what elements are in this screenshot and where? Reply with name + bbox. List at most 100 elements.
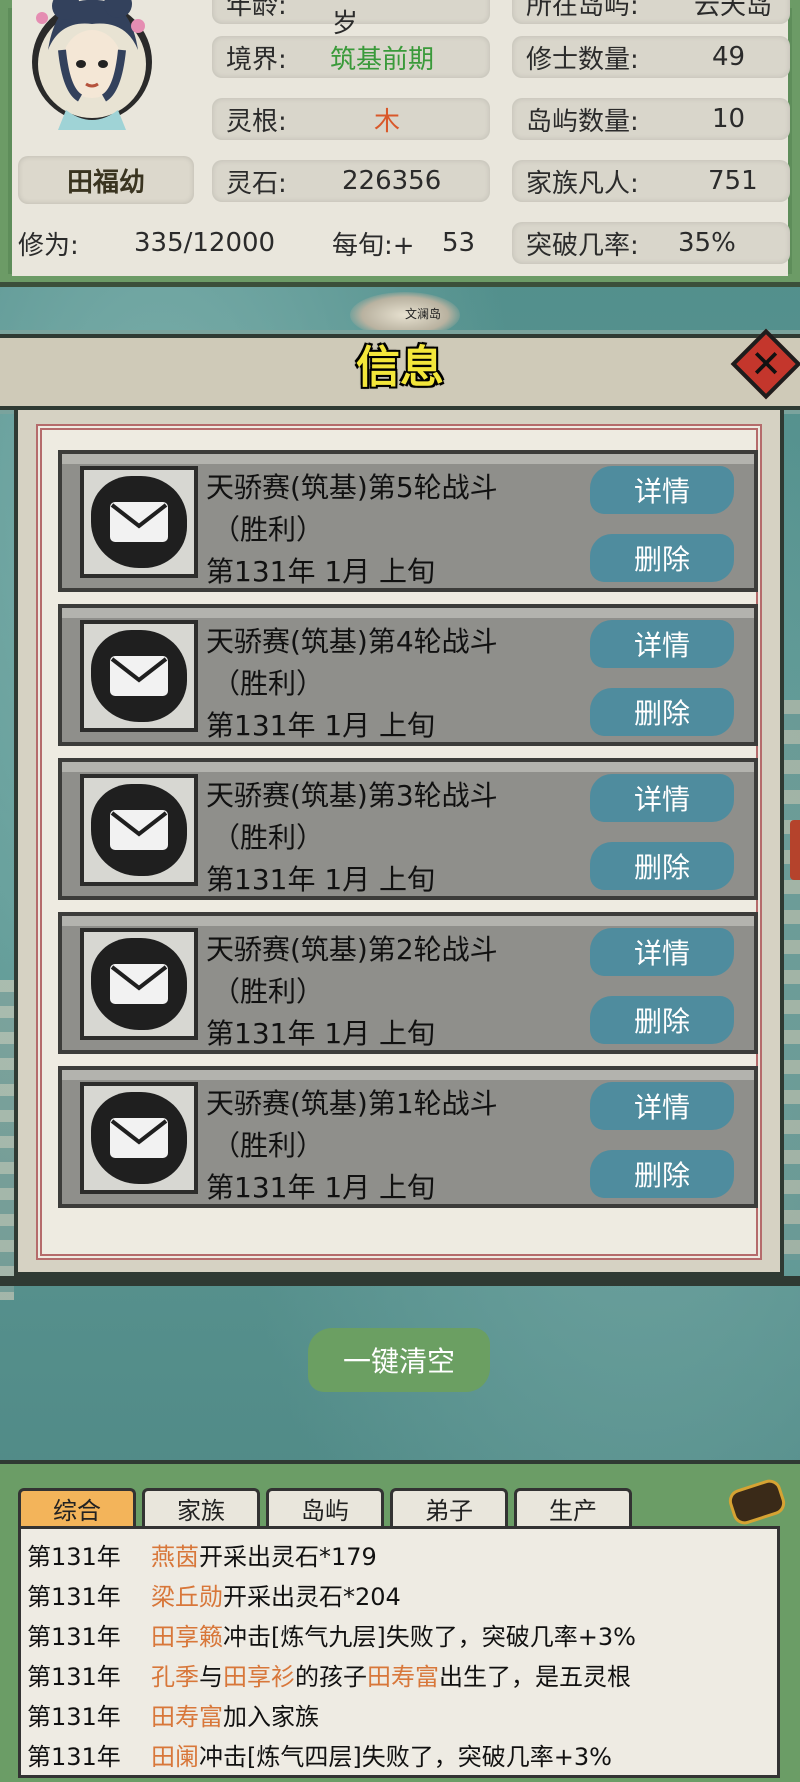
log-year: 第131年 — [27, 1543, 121, 1571]
log-text: 冲击[炼气九层]失败了，突破几率+3% — [223, 1623, 636, 1651]
map-island-label: 文澜岛 — [405, 307, 442, 321]
message-item: 天骄赛(筑基)第4轮战斗 （胜利） 第131年 1月 上旬 详情 删除 — [58, 604, 758, 746]
tab-family[interactable]: 家族 — [142, 1488, 260, 1526]
log-text: 的孩子 — [295, 1663, 367, 1691]
island-count-label: 岛屿数量: — [526, 106, 639, 137]
message-date: 第131年 1月 上旬 — [206, 1171, 436, 1204]
spirit-stone-stat: 灵石: 226356 — [212, 160, 490, 202]
message-result: （胜利） — [212, 667, 325, 700]
log-text: 冲击[炼气四层]失败了，突破几率+3% — [199, 1743, 612, 1771]
log-text: 开采出灵石*179 — [199, 1543, 377, 1571]
log-text: 出生了，是五灵根 — [439, 1663, 631, 1691]
character-name: 田福幼 — [18, 156, 194, 204]
message-title: 天骄赛(筑基)第3轮战斗 — [206, 779, 498, 812]
close-button[interactable]: ✕ — [730, 328, 800, 400]
island-count-stat: 岛屿数量: 10 — [512, 98, 790, 140]
close-x-icon: ✕ — [750, 342, 782, 386]
message-item: 天骄赛(筑基)第3轮战斗 （胜利） 第131年 1月 上旬 详情 删除 — [58, 758, 758, 900]
detail-button[interactable]: 详情 — [590, 774, 734, 822]
log-entry: 第131年 田享籁冲击[炼气九层]失败了，突破几率+3% — [27, 1617, 636, 1652]
detail-button[interactable]: 详情 — [590, 466, 734, 514]
delete-button[interactable]: 删除 — [590, 534, 734, 582]
island-stat: 所在岛屿: 云天岛 — [512, 0, 790, 24]
cultivation-value: 335/12000 — [134, 228, 276, 258]
log-entry: 第131年 梁丘勋开采出灵石*204 — [27, 1577, 401, 1612]
detail-button[interactable]: 详情 — [590, 928, 734, 976]
mail-icon — [91, 476, 187, 568]
breakthrough-value: 35% — [678, 228, 736, 258]
log-person: 孔季 — [151, 1663, 199, 1691]
dialog-bottom-border — [0, 1276, 800, 1286]
tab-production[interactable]: 生产 — [514, 1488, 632, 1526]
detail-button[interactable]: 详情 — [590, 1082, 734, 1130]
message-result: （胜利） — [212, 975, 325, 1008]
spirit-root-value: 木 — [374, 106, 401, 137]
cultivation-label: 修为: — [18, 230, 79, 261]
dialog-title: 信息 — [356, 342, 444, 393]
tab-islands[interactable]: 岛屿 — [266, 1488, 384, 1526]
cultivator-count-label: 修士数量: — [526, 44, 639, 75]
breakthrough-stat: 突破几率: 35% — [512, 222, 790, 264]
map-tree — [790, 820, 800, 880]
realm-value: 筑基前期 — [330, 44, 435, 75]
delete-button[interactable]: 删除 — [590, 842, 734, 890]
mail-icon-frame — [80, 466, 198, 578]
log-text: 加入家族 — [223, 1703, 319, 1731]
message-result: （胜利） — [212, 1129, 325, 1162]
detail-button[interactable]: 详情 — [590, 620, 734, 668]
cultivator-count-stat: 修士数量: 49 — [512, 36, 790, 78]
cultivation-stat: 修为: 335/12000 每旬:+ 53 — [8, 222, 490, 264]
log-text: 开采出灵石*204 — [223, 1583, 401, 1611]
log-entry: 第131年 燕茵开采出灵石*179 — [27, 1537, 377, 1572]
spirit-stone-label: 灵石: — [226, 168, 287, 199]
log-person: 田寿富 — [367, 1663, 439, 1691]
message-result: （胜利） — [212, 513, 325, 546]
realm-label: 境界: — [226, 44, 287, 75]
message-title: 天骄赛(筑基)第4轮战斗 — [206, 625, 498, 658]
mail-icon — [91, 938, 187, 1030]
island-count-value: 10 — [712, 104, 746, 134]
mail-icon-frame — [80, 774, 198, 886]
character-status-panel: 田福幼 年龄: 136岁/256岁 所在岛屿: 云天岛 境界: 筑基前期 修士数… — [0, 0, 800, 287]
message-title: 天骄赛(筑基)第5轮战斗 — [206, 471, 498, 504]
log-person: 田享衫 — [223, 1663, 295, 1691]
message-item: 天骄赛(筑基)第2轮战斗 （胜利） 第131年 1月 上旬 详情 删除 — [58, 912, 758, 1054]
log-year: 第131年 — [27, 1663, 121, 1691]
delete-button[interactable]: 删除 — [590, 996, 734, 1044]
log-entry: 第131年 孔季与田享衫的孩子田寿富出生了，是五灵根 — [27, 1657, 631, 1692]
cultivator-count-value: 49 — [712, 42, 746, 72]
log-year: 第131年 — [27, 1583, 121, 1611]
log-person: 梁丘勋 — [151, 1583, 223, 1611]
mail-icon — [91, 1092, 187, 1184]
log-entry: 第131年 田寿富加入家族 — [27, 1697, 319, 1732]
map-edge-left — [0, 980, 14, 1300]
tab-general[interactable]: 综合 — [18, 1488, 136, 1526]
mail-icon — [91, 630, 187, 722]
log-person: 燕茵 — [151, 1543, 199, 1571]
spirit-root-label: 灵根: — [226, 106, 287, 137]
log-person: 田寿富 — [151, 1703, 223, 1731]
log-text: 与 — [199, 1663, 223, 1691]
clear-all-button[interactable]: 一键清空 — [308, 1328, 490, 1392]
message-date: 第131年 1月 上旬 — [206, 709, 436, 742]
delete-button[interactable]: 删除 — [590, 1150, 734, 1198]
family-mortals-value: 751 — [708, 166, 758, 196]
message-date: 第131年 1月 上旬 — [206, 555, 436, 588]
family-mortals-stat: 家族凡人: 751 — [512, 160, 790, 202]
family-mortals-label: 家族凡人: — [526, 168, 639, 199]
mail-icon-frame — [80, 928, 198, 1040]
per-turn-value: 53 — [442, 228, 476, 258]
message-title: 天骄赛(筑基)第1轮战斗 — [206, 1087, 498, 1120]
spirit-root-stat: 灵根: 木 — [212, 98, 490, 140]
map-edge-right — [784, 700, 800, 1260]
log-year: 第131年 — [27, 1623, 121, 1651]
mail-icon-frame — [80, 1082, 198, 1194]
message-item: 天骄赛(筑基)第5轮战斗 （胜利） 第131年 1月 上旬 详情 删除 — [58, 450, 758, 592]
tab-disciples[interactable]: 弟子 — [390, 1488, 508, 1526]
message-result: （胜利） — [212, 821, 325, 854]
mail-icon — [91, 784, 187, 876]
age-stat: 年龄: 136岁/256岁 — [212, 0, 490, 39]
message-title: 天骄赛(筑基)第2轮战斗 — [206, 933, 498, 966]
character-avatar[interactable] — [26, 0, 158, 130]
delete-button[interactable]: 删除 — [590, 688, 734, 736]
